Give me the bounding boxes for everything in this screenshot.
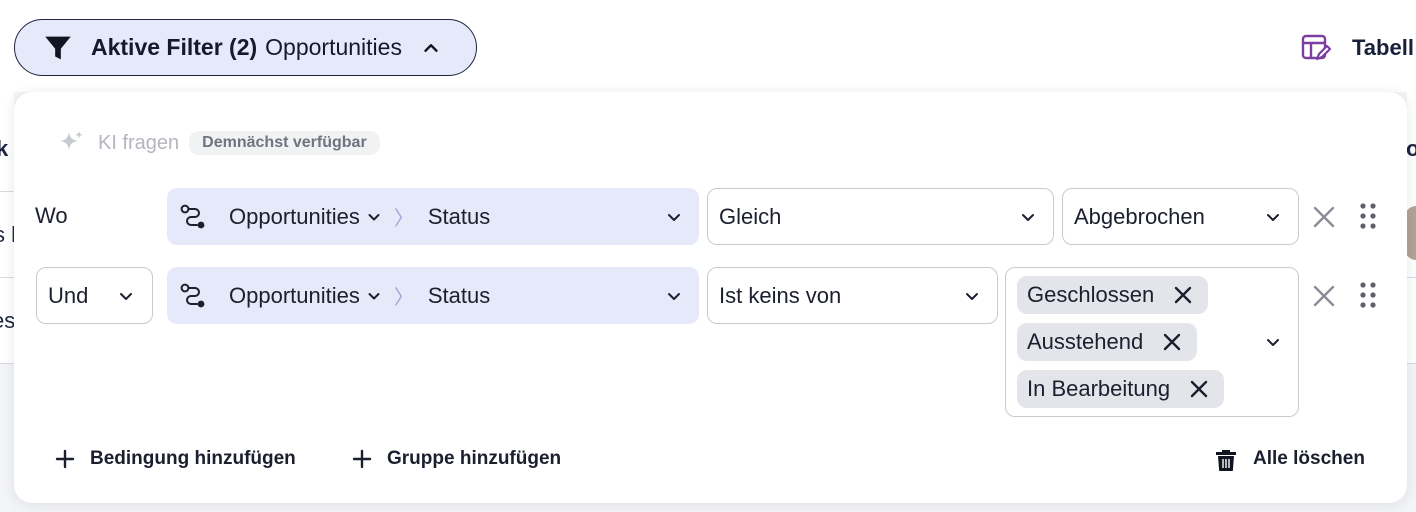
chevron-down-icon [117,287,135,305]
drag-handle-icon[interactable] [1359,202,1377,230]
chip-label: Geschlossen [1027,282,1155,307]
active-filters-toggle[interactable]: Aktive Filter (2) Opportunities [14,19,477,76]
condition-connector-where: Wo [35,203,68,228]
close-icon [1164,333,1181,351]
table-view-button[interactable]: Tabell [1300,30,1414,66]
field-selector[interactable]: Opportunities 〉 Status [167,188,699,245]
field-selector[interactable]: Opportunities 〉 Status [167,267,699,324]
breadcrumb-separator: 〉 [393,208,414,230]
operator-value: Gleich [719,203,782,229]
active-filters-count: Aktive Filter (2) [91,34,258,60]
plus-icon [54,448,76,470]
add-group-label: Gruppe hinzufügen [387,448,562,469]
multi-value-select[interactable]: Geschlossen Ausstehend In Bearbeitung [1005,267,1299,417]
trash-icon [1215,448,1237,471]
chip-label: Ausstehend [1027,329,1144,354]
add-condition-label: Bedingung hinzufügen [90,448,296,469]
drag-handle-icon[interactable] [1359,281,1377,309]
add-group-button[interactable]: Gruppe hinzufügen [351,442,561,476]
connector-value: Und [48,282,89,308]
remove-chip-button[interactable] [1161,331,1183,353]
sparkle-icon [56,128,86,158]
top-bar: Aktive Filter (2) Opportunities Tabell [0,0,1416,92]
value-chip: Geschlossen [1017,276,1209,314]
field-name: Status [427,203,491,229]
column-header-fragment: o [1406,136,1416,161]
object-selector[interactable]: Opportunities [229,283,382,309]
chevron-down-icon [1019,208,1037,226]
remove-condition-button[interactable] [1311,204,1337,230]
object-name: Opportunities [229,282,360,308]
chevron-down-icon [366,209,382,225]
field-name: Status [427,282,491,308]
relation-path-icon [179,203,207,231]
object-name: Opportunities [229,203,360,229]
chevron-up-icon [420,37,442,59]
selected-value: Abgebrochen [1074,203,1205,229]
coming-soon-badge: Demnächst verfügbar [189,131,380,155]
remove-chip-button[interactable] [1172,284,1194,306]
filter-panel: KI fragen Demnächst verfügbar Wo Opportu… [14,92,1407,503]
chevron-down-icon [665,287,683,305]
chevron-down-icon [1264,333,1282,351]
operator-select[interactable]: Ist keins von [707,267,998,324]
close-icon [1174,286,1192,304]
close-icon [1313,206,1335,228]
chip-label: In Bearbeitung [1027,376,1171,401]
close-icon [1313,285,1335,307]
value-chip: In Bearbeitung [1017,370,1225,408]
close-icon [1190,380,1208,398]
funnel-icon [41,31,75,65]
column-header-fragment: k [0,136,9,161]
operator-select[interactable]: Gleich [707,188,1054,245]
chevron-down-icon [665,208,683,226]
clear-all-label: Alle löschen [1253,448,1365,469]
clear-all-button[interactable]: Alle löschen [1215,442,1365,476]
add-condition-button[interactable]: Bedingung hinzufügen [54,442,296,476]
chevron-down-icon [366,288,382,304]
relation-path-icon [179,282,207,310]
cell-fragment: es [0,308,16,333]
table-edit-icon [1300,32,1332,64]
active-filters-object: Opportunities [265,34,402,60]
ask-ai-label: KI fragen [98,131,180,154]
value-chip: Ausstehend [1017,323,1198,361]
operator-value: Ist keins von [719,282,842,308]
chevron-down-icon [1264,208,1282,226]
table-view-label: Tabell [1352,35,1414,60]
ask-ai-row: KI fragen Demnächst verfügbar [56,128,380,158]
plus-icon [351,448,373,470]
remove-chip-button[interactable] [1188,378,1210,400]
connector-select[interactable]: Und [36,267,153,324]
object-selector[interactable]: Opportunities [229,204,382,230]
chevron-down-icon [963,287,981,305]
row-strip [1407,278,1416,364]
remove-condition-button[interactable] [1311,283,1337,309]
avatar-strip [1405,192,1416,278]
value-select[interactable]: Abgebrochen [1062,188,1299,245]
breadcrumb-separator: 〉 [393,287,414,309]
